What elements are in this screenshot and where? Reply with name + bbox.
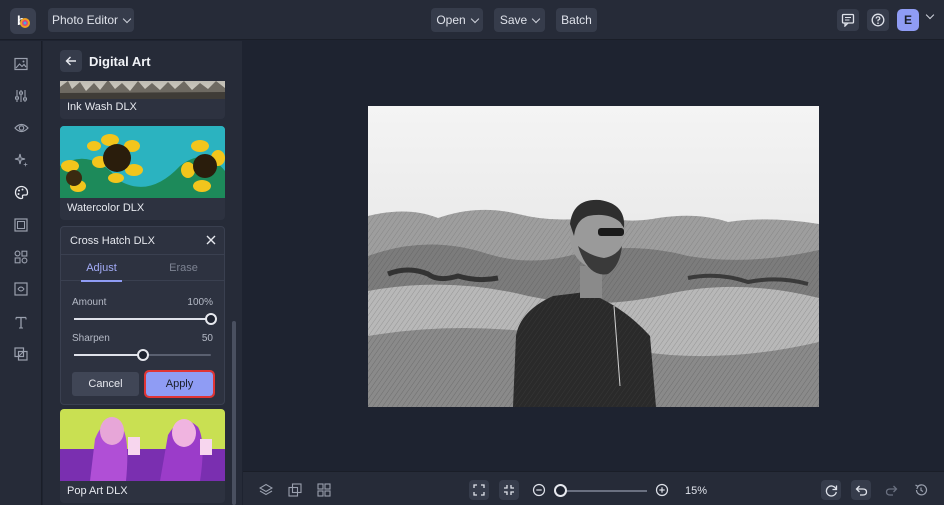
pop-art-thumbnail [60, 409, 225, 481]
effect-tabs: Adjust Erase [61, 254, 224, 282]
duplicate-icon [288, 483, 302, 497]
arrow-left-icon [65, 56, 76, 66]
effect-settings-title: Cross Hatch DLX [70, 235, 155, 247]
effects-panel: Digital Art Ink Wash DLX Watercolor DLX … [43, 41, 242, 505]
save-label: Save [499, 13, 528, 27]
redo-button[interactable] [881, 480, 901, 500]
zoom-slider[interactable] [561, 490, 647, 492]
collapse-icon [504, 485, 514, 495]
photo-editor-menu-button[interactable]: Photo Editor [48, 8, 134, 32]
sparkle-icon[interactable] [13, 152, 29, 168]
panel-scrollbar[interactable] [232, 321, 236, 505]
avatar[interactable]: E [897, 9, 919, 31]
account-chevron-down-icon[interactable] [925, 10, 935, 20]
chat-icon [841, 13, 855, 27]
close-button[interactable] [204, 233, 218, 247]
tab-erase[interactable]: Erase [143, 255, 224, 281]
zoom-in-icon [655, 483, 669, 497]
zoom-out-icon [532, 483, 546, 497]
effect-card-label: Pop Art DLX [67, 485, 128, 497]
help-button[interactable] [867, 9, 889, 31]
sharpen-slider-fill [74, 354, 143, 356]
batch-label: Batch [561, 13, 592, 27]
editor-canvas [243, 41, 944, 471]
tool-rail [0, 41, 42, 505]
texture-icon[interactable] [13, 281, 29, 297]
app-logo-icon[interactable]: b [10, 8, 36, 34]
batch-button[interactable]: Batch [556, 8, 597, 32]
zoom-slider-handle[interactable] [554, 484, 567, 497]
sharpen-slider-handle[interactable] [136, 349, 149, 361]
history-icon [915, 484, 928, 496]
close-icon [206, 235, 216, 245]
tab-adjust[interactable]: Adjust [61, 255, 142, 282]
image-icon[interactable] [13, 56, 29, 72]
sharpen-label: Sharpen [72, 333, 110, 344]
grid-button[interactable] [314, 480, 334, 500]
chevron-down-icon [470, 14, 479, 23]
reset-button[interactable] [821, 480, 841, 500]
photo-editor-menu-label: Photo Editor [51, 13, 119, 27]
panel-header: Digital Art [43, 41, 242, 81]
open-label: Open [436, 13, 466, 27]
effect-card-pop-art[interactable]: Pop Art DLX [60, 409, 225, 503]
amount-label: Amount [72, 297, 107, 308]
text-icon[interactable] [13, 314, 29, 330]
amount-slider-handle[interactable] [205, 313, 217, 325]
expand-icon [473, 484, 485, 496]
palette-icon[interactable] [13, 184, 29, 200]
top-bar: b Photo Editor Open Save Batch E [0, 0, 944, 40]
bottom-bar: 15% [243, 471, 944, 505]
feedback-button[interactable] [837, 9, 859, 31]
sharpen-slider[interactable] [74, 349, 211, 361]
history-button[interactable] [911, 480, 931, 500]
watercolor-thumbnail [60, 126, 225, 198]
save-button[interactable]: Save [494, 8, 545, 32]
effect-card-ink-wash[interactable]: Ink Wash DLX [60, 77, 225, 119]
open-button[interactable]: Open [431, 8, 483, 32]
adjust-sliders-icon[interactable] [13, 88, 29, 104]
chevron-down-icon [122, 14, 132, 23]
undo-icon [855, 485, 867, 496]
edited-photo[interactable] [368, 106, 819, 407]
amount-slider-fill [74, 318, 211, 320]
refresh-icon [825, 484, 837, 497]
chevron-down-icon [531, 14, 541, 23]
eye-icon[interactable] [13, 120, 29, 136]
actual-size-button[interactable] [499, 480, 519, 500]
effect-card-label: Watercolor DLX [67, 202, 145, 214]
layers-button[interactable] [256, 480, 276, 500]
frame-icon[interactable] [13, 217, 29, 233]
zoom-level-text: 15% [685, 485, 708, 497]
fit-to-screen-button[interactable] [469, 480, 489, 500]
redo-icon [885, 485, 897, 496]
back-button[interactable] [60, 50, 82, 72]
zoom-in-button[interactable] [652, 480, 672, 500]
amount-value: 100% [187, 297, 213, 308]
effect-card-label: Ink Wash DLX [67, 101, 137, 113]
amount-slider[interactable] [74, 313, 217, 325]
effect-card-watercolor[interactable]: Watercolor DLX [60, 126, 225, 220]
sharpen-value: 50 [201, 333, 213, 344]
zoom-out-button[interactable] [529, 480, 549, 500]
graphics-icon[interactable] [13, 249, 29, 265]
overlay-icon[interactable] [13, 346, 29, 362]
panel-title: Digital Art [89, 54, 151, 69]
layers-icon [259, 483, 273, 496]
help-icon [871, 13, 885, 27]
effect-settings-card: Cross Hatch DLX Adjust Erase Amount 100%… [60, 226, 225, 405]
duplicate-button[interactable] [285, 480, 305, 500]
cancel-button[interactable]: Cancel [72, 372, 139, 396]
undo-button[interactable] [851, 480, 871, 500]
apply-button[interactable]: Apply [144, 370, 215, 398]
grid-icon [317, 483, 331, 497]
